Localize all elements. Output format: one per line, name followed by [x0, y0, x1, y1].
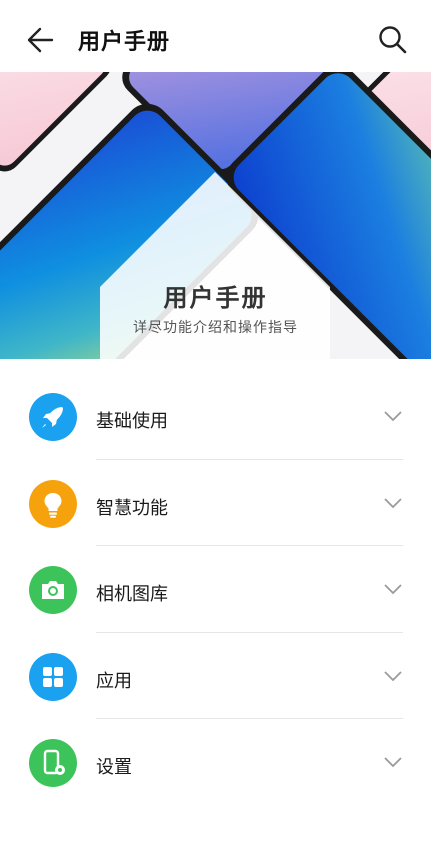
category-camera-gallery[interactable]: 相机图库 — [0, 546, 431, 633]
rocket-icon — [29, 393, 77, 441]
category-basic-use[interactable]: 基础使用 — [0, 373, 431, 460]
chevron-down-icon — [384, 497, 402, 508]
chevron-down-icon — [384, 584, 402, 595]
apps-grid-icon — [29, 652, 77, 701]
chevron-down-icon — [384, 411, 402, 422]
search-button[interactable] — [373, 20, 413, 60]
search-icon — [379, 26, 407, 54]
category-settings[interactable]: 设置 — [0, 719, 431, 806]
category-label: 设置 — [96, 757, 132, 778]
app-bar: 用户手册 — [0, 0, 431, 72]
phone-settings-icon — [29, 739, 77, 787]
chevron-down-icon — [384, 670, 402, 681]
category-label: 应用 — [96, 670, 132, 692]
category-label: 相机图库 — [96, 584, 168, 605]
banner-title: 用户手册 — [163, 284, 268, 312]
phones-illustration — [0, 72, 431, 359]
manual-category-list: 基础使用 智慧功能 相机图库 应用 设置 — [0, 373, 431, 806]
chevron-down-icon — [384, 757, 402, 768]
hero-banner: 用户手册 详尽功能介绍和操作指导 — [0, 72, 431, 359]
lightbulb-icon — [29, 479, 77, 528]
category-label: 智慧功能 — [96, 497, 168, 519]
camera-icon — [29, 566, 77, 614]
back-arrow-icon — [27, 27, 54, 53]
category-label: 基础使用 — [96, 411, 168, 432]
back-button[interactable] — [22, 20, 62, 60]
banner-subtitle: 详尽功能介绍和操作指导 — [133, 320, 298, 336]
page-title: 用户手册 — [78, 30, 171, 55]
category-apps[interactable]: 应用 — [0, 633, 431, 719]
category-smart-features[interactable]: 智慧功能 — [0, 460, 431, 546]
